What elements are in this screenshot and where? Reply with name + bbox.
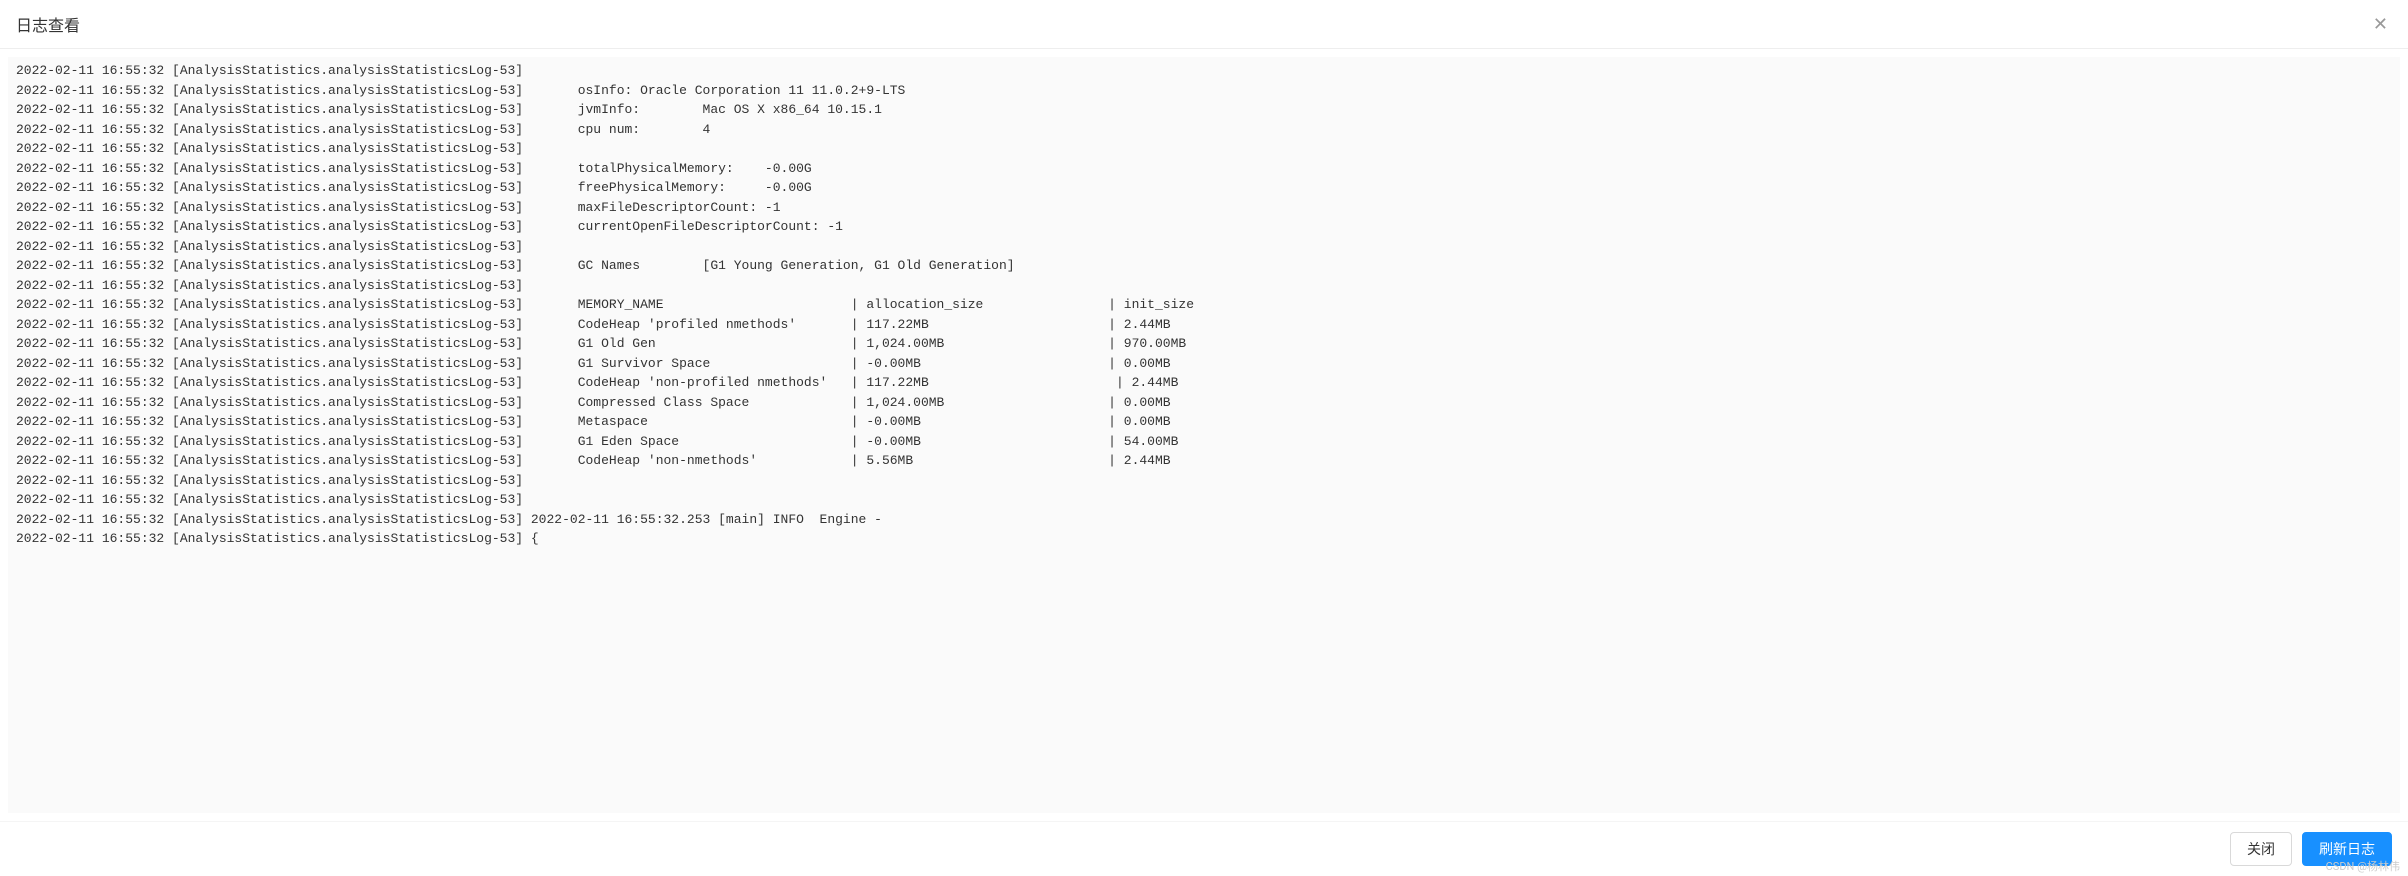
modal-header: 日志查看 ✕ [0,0,2408,49]
close-icon[interactable]: ✕ [2369,14,2392,35]
close-button[interactable]: 关闭 [2230,832,2292,866]
log-container[interactable]: 2022-02-11 16:55:32 [AnalysisStatistics.… [8,57,2400,813]
log-viewer-modal: 日志查看 ✕ 2022-02-11 16:55:32 [AnalysisStat… [0,0,2408,876]
log-content: 2022-02-11 16:55:32 [AnalysisStatistics.… [16,61,2392,549]
refresh-log-button[interactable]: 刷新日志 [2302,832,2392,866]
modal-footer: 关闭 刷新日志 [0,821,2408,876]
modal-title: 日志查看 [16,12,80,36]
